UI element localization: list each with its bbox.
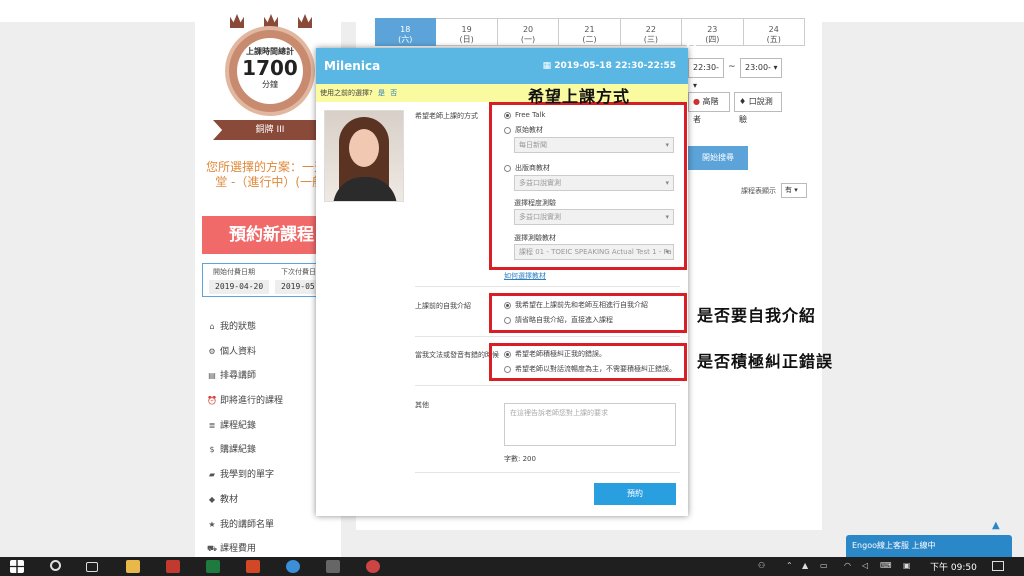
char-count: 字數: 200 (504, 455, 536, 463)
tag-icon: ◆ (208, 494, 216, 504)
divider (415, 385, 680, 386)
cart-icon: ⛟ (207, 544, 218, 554)
time-to-select[interactable]: 23:00- ▾ (740, 58, 782, 78)
volume-icon[interactable]: ◁ (862, 561, 868, 570)
rank-ribbon: 銅牌 III (213, 120, 327, 140)
method-highlight-box (489, 102, 687, 270)
sidebar-item-label: 我學到的單字 (220, 470, 275, 481)
medal-inner: 上課時間總計 1700 分鐘 (237, 38, 303, 104)
sidebar-item-label: 我的狀態 (220, 322, 257, 332)
method-label: 希望老師上課的方式 (415, 112, 478, 120)
flag-icon: ● (693, 97, 700, 106)
sidebar-item-label: 即將進行的課程 (220, 396, 284, 407)
sidebar-item-label: 教材 (220, 494, 239, 505)
file-explorer-icon[interactable] (126, 560, 140, 573)
calendar-day[interactable]: 22 (三) (620, 18, 683, 46)
people-icon[interactable]: ⚇ (758, 561, 765, 570)
calendar-day[interactable]: 21 (二) (559, 18, 621, 46)
how-to-choose-link[interactable]: 如何選擇教材 (504, 271, 546, 281)
book-submit-button[interactable]: 預約 (594, 483, 676, 505)
intro-highlight-box (489, 293, 687, 333)
calendar-day[interactable]: 24 (五) (743, 18, 805, 46)
chevron-up-icon[interactable]: ▲ (992, 520, 1000, 531)
calculator-icon[interactable] (326, 560, 340, 573)
excel-icon[interactable] (206, 560, 220, 573)
folder-icon: ▰ (208, 470, 216, 480)
lesson-datetime: ▦ 2019-05-18 22:30-22:55 (542, 61, 676, 71)
sidebar-item-label: 課程費用 (220, 544, 257, 555)
crown-icon (230, 14, 244, 28)
crown-icon (298, 14, 312, 28)
tray-chevron-icon[interactable]: ⌃ (786, 561, 793, 570)
native-filter-button[interactable]: ● 高階者 (688, 92, 730, 124)
start-date-label: 開始付費日期 (213, 268, 255, 276)
home-icon: ⌂ (209, 322, 215, 331)
other-request-textarea[interactable]: 在這裡告訴老師您對上課的要求 (504, 403, 676, 446)
medal-number: 1700 (242, 56, 298, 80)
sidebar-item-label: 我的講師名單 (220, 519, 275, 530)
taskbar-clock[interactable]: 下午 09:50 (930, 560, 977, 573)
calendar-day[interactable]: 19 (日) (436, 18, 498, 46)
search-icon[interactable] (50, 560, 61, 571)
app-icon[interactable] (166, 560, 180, 573)
star-icon: ★ (208, 519, 216, 529)
close-icon[interactable]: × (685, 32, 698, 51)
teacher-photo (324, 110, 404, 202)
time-range-tilde: ~ (728, 62, 736, 72)
powerpoint-icon[interactable] (246, 560, 260, 573)
correction-highlight-box (489, 343, 687, 381)
ime-icon[interactable]: ▣ (903, 561, 911, 570)
schedule-display-label: 課程表顯示 (741, 187, 776, 195)
next-date-label: 下次付費日 (281, 268, 316, 276)
app-icon[interactable] (366, 560, 380, 573)
task-view-icon[interactable] (86, 562, 98, 572)
previous-choice-prompt: 使用之前的選擇? (320, 89, 373, 97)
medal-unit: 分鐘 (262, 80, 278, 89)
wifi-icon[interactable]: ◠ (844, 561, 851, 570)
previous-choice-yes[interactable]: 是 (378, 89, 385, 97)
other-label: 其他 (415, 401, 429, 409)
book-icon: ▤ (208, 371, 216, 381)
calendar-row: 18 (六) 19 (日) 20 (一) 21 (二) 22 (三) 23 (四) 24 (五… (375, 18, 805, 46)
start-icon[interactable] (10, 560, 24, 573)
intro-label: 上課前的自我介紹 (415, 302, 471, 310)
lesson-time-medal: 上課時間總計 1700 分鐘 (225, 26, 315, 116)
calendar-day[interactable]: 18 (六) (375, 18, 437, 46)
alarm-icon: ⏰ (207, 396, 217, 406)
correction-annotation: 是否積極糾正錯誤 (697, 352, 834, 371)
previous-choice-no[interactable]: 否 (390, 89, 397, 97)
sidebar-item-label: 個人資料 (220, 346, 257, 357)
schedule-display-select[interactable]: 有 ▾ (781, 183, 807, 198)
dollar-icon: $ (209, 445, 215, 455)
action-center-icon[interactable] (992, 561, 1004, 571)
sidebar-item-label: 課程紀錄 (220, 420, 257, 431)
mic-icon: ♦ (739, 97, 747, 106)
chrome-icon[interactable] (286, 560, 300, 573)
previous-choice-bar: 使用之前的選擇? 是 否 (316, 84, 688, 102)
battery-icon[interactable]: ▭ (820, 561, 828, 570)
divider (415, 336, 680, 337)
list-icon: ≣ (208, 420, 216, 430)
windows-taskbar: ⚇ ⌃ ▲ ▭ ◠ ◁ ⌨ ▣ 下午 09:50 (0, 557, 1024, 576)
intro-annotation: 是否要自我介紹 (697, 306, 817, 325)
divider (415, 472, 680, 473)
gear-icon: ⚙ (208, 346, 216, 356)
oral-test-button[interactable]: ♦ 口說測驗 (734, 92, 782, 124)
keyboard-icon[interactable]: ⌨ (880, 561, 892, 570)
sidebar-item-label: 排尋講師 (220, 371, 257, 382)
method-annotation: 希望上課方式 (528, 87, 631, 106)
start-date-value: 2019-04-20 (209, 280, 270, 294)
calendar-icon: ▦ (542, 61, 552, 71)
divider (415, 286, 680, 287)
modal-header: Milenica ▦ 2019-05-18 22:30-22:55 × (316, 32, 698, 84)
calendar-day[interactable]: 20 (一) (497, 18, 560, 46)
teacher-name: Milenica (324, 59, 381, 73)
notification-icon[interactable]: ▲ (802, 561, 808, 570)
start-search-button[interactable]: 開始搜尋 (688, 146, 748, 170)
time-from-select[interactable]: 22:30- ▾ (688, 58, 724, 90)
customer-service-chat[interactable]: Engoo線上客服 上線中 (846, 535, 1012, 557)
sidebar-item-label: 購課紀錄 (220, 445, 257, 456)
sidebar-item-my-tutors[interactable]: ★ 我的講師名單 (207, 518, 341, 543)
